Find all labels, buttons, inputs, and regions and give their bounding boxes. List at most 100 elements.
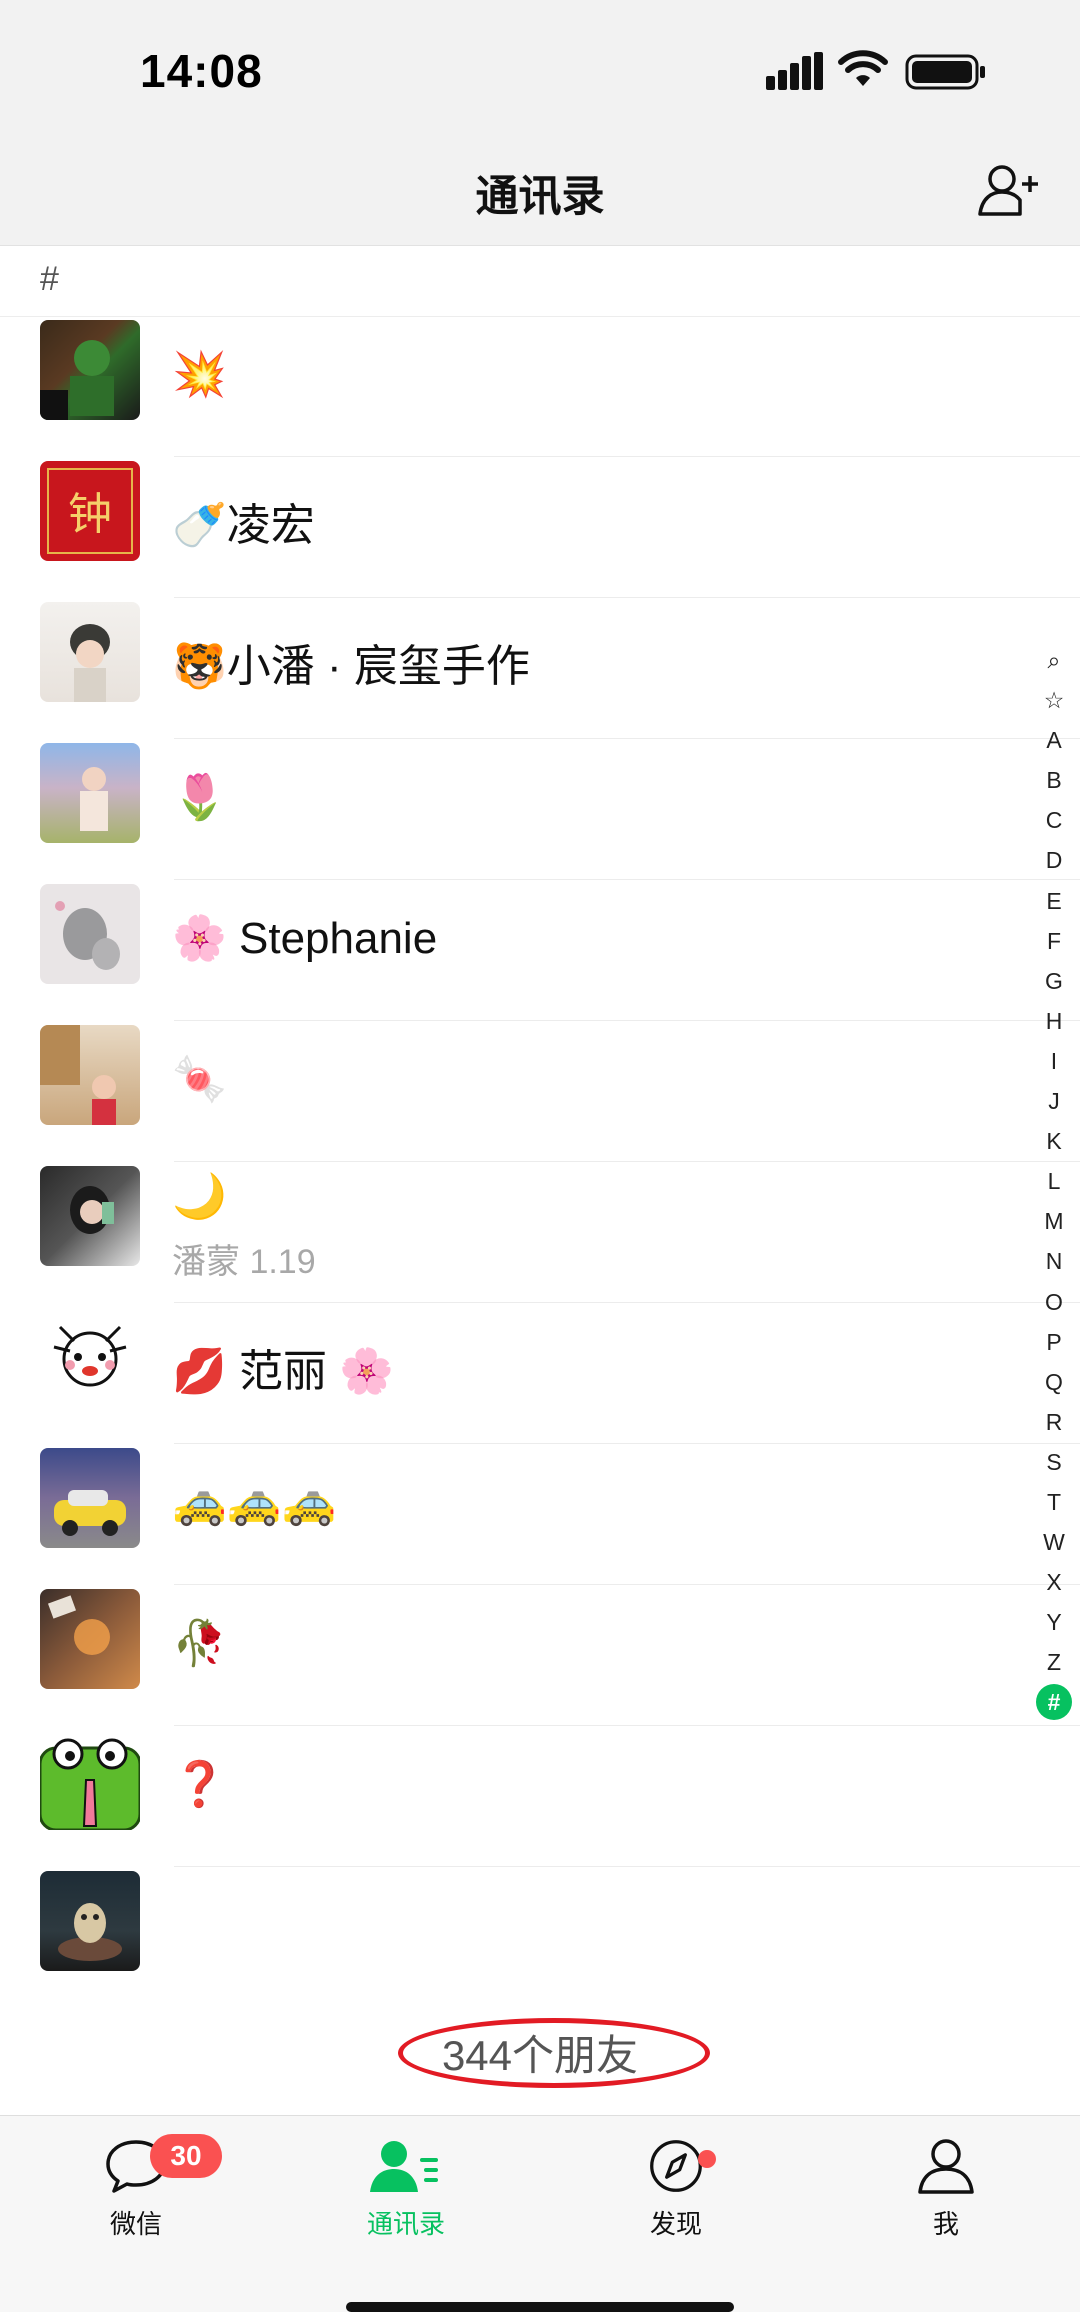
- compass-icon: [650, 2140, 702, 2192]
- avatar: [40, 1025, 140, 1125]
- contact-row[interactable]: 🚕🚕🚕: [0, 1444, 1080, 1585]
- index-letter[interactable]: X: [1034, 1562, 1074, 1602]
- contact-name: 🐯小潘 · 宸玺手作: [172, 642, 530, 691]
- battery-icon: [905, 54, 985, 90]
- contact-name: 🥀: [172, 1619, 227, 1668]
- avatar: [40, 1307, 140, 1407]
- index-letter[interactable]: M: [1034, 1201, 1074, 1241]
- add-contact-icon[interactable]: [978, 162, 1038, 218]
- avatar: [40, 1730, 140, 1830]
- index-letter[interactable]: H: [1034, 1001, 1074, 1041]
- index-letter[interactable]: O: [1034, 1282, 1074, 1322]
- contact-name: 🍬: [172, 1055, 227, 1104]
- tab-contacts[interactable]: 通讯录: [326, 2138, 486, 2241]
- avatar-image: [47, 1595, 110, 1655]
- section-header: #: [0, 246, 1080, 317]
- svg-text:钟: 钟: [68, 489, 112, 540]
- contact-name: ❓: [172, 1760, 227, 1809]
- alphabet-index-bar[interactable]: ⌕ ☆ A B C D E F G H I J K L M N O P Q R S T W X Y Z #: [1034, 640, 1074, 1721]
- avatar-image: [70, 624, 110, 702]
- contact-row[interactable]: 🍬: [0, 1021, 1080, 1162]
- contact-name: 💋 范丽 🌸: [172, 1347, 395, 1396]
- avatar: [40, 884, 140, 984]
- avatar: [40, 602, 140, 702]
- tab-label: 发现: [649, 2209, 702, 2239]
- contact-row[interactable]: 🌷: [0, 739, 1080, 880]
- tab-me[interactable]: 我: [866, 2138, 1026, 2241]
- contact-row[interactable]: 钟 🍼凌宏: [0, 457, 1080, 598]
- contact-name: 🌙: [172, 1172, 227, 1221]
- contact-row[interactable]: 🐯小潘 · 宸玺手作: [0, 598, 1080, 739]
- avatar-image: [40, 340, 114, 420]
- avatar-image: [53, 1325, 127, 1387]
- tab-label: 微信: [109, 2209, 162, 2239]
- contact-row[interactable]: ❓: [0, 1726, 1080, 1867]
- index-letter[interactable]: G: [1034, 961, 1074, 1001]
- index-letter[interactable]: A: [1034, 720, 1074, 760]
- index-letter[interactable]: L: [1034, 1161, 1074, 1201]
- person-icon: [918, 2139, 974, 2194]
- avatar: [40, 1448, 140, 1548]
- avatar: [40, 1589, 140, 1689]
- index-letter[interactable]: Y: [1034, 1602, 1074, 1642]
- index-letter[interactable]: R: [1034, 1402, 1074, 1442]
- avatar-image: [54, 1490, 126, 1536]
- avatar: [40, 743, 140, 843]
- tab-label: 我: [932, 2209, 959, 2239]
- new-indicator-dot: [698, 2150, 716, 2168]
- avatar-image: [80, 767, 108, 831]
- tab-chats[interactable]: 30 微信: [56, 2134, 222, 2241]
- avatar-image: [55, 901, 120, 970]
- tab-discover[interactable]: 发现: [596, 2138, 756, 2241]
- contact-list[interactable]: 💥 钟 🍼凌宏 🐯小潘 · 宸玺手作 🌷 🌸 Stephanie 🍬 🌙 潘蒙 …: [0, 316, 1080, 2008]
- contact-row[interactable]: 🌙 潘蒙 1.19: [0, 1162, 1080, 1303]
- index-letter[interactable]: I: [1034, 1041, 1074, 1081]
- avatar: [40, 1871, 140, 1971]
- avatar-image: [58, 1903, 122, 1961]
- tab-bar: 30 微信 通讯录 发现 我: [0, 2115, 1080, 2312]
- contact-row[interactable]: 🌸 Stephanie: [0, 880, 1080, 1021]
- unread-badge: 30: [150, 2134, 222, 2178]
- cellular-signal-icon: [766, 52, 823, 90]
- contact-row[interactable]: 🥀: [0, 1585, 1080, 1726]
- wifi-icon: [838, 50, 888, 86]
- tab-label: 通讯录: [366, 2209, 445, 2239]
- contact-row[interactable]: [0, 1867, 1080, 2008]
- index-letter[interactable]: F: [1034, 921, 1074, 961]
- index-letter[interactable]: Q: [1034, 1362, 1074, 1402]
- index-letter[interactable]: J: [1034, 1081, 1074, 1121]
- index-letter[interactable]: B: [1034, 760, 1074, 800]
- index-letter[interactable]: E: [1034, 881, 1074, 921]
- contacts-icon: [370, 2141, 438, 2192]
- index-letter[interactable]: C: [1034, 800, 1074, 840]
- index-letter[interactable]: W: [1034, 1522, 1074, 1562]
- page-title: 通讯录: [475, 173, 605, 221]
- avatar: [40, 1166, 140, 1266]
- index-letter[interactable]: K: [1034, 1121, 1074, 1161]
- index-letter[interactable]: #: [1036, 1684, 1072, 1721]
- contact-name: 🍼凌宏: [172, 501, 315, 550]
- contact-name: 🚕🚕🚕: [172, 1478, 337, 1527]
- index-letter[interactable]: Z: [1034, 1642, 1074, 1682]
- index-letter[interactable]: D: [1034, 840, 1074, 880]
- avatar-image: [70, 1186, 114, 1234]
- avatar-image: [40, 1025, 116, 1125]
- contact-name: 🌷: [172, 773, 227, 822]
- index-letter[interactable]: ☆: [1034, 680, 1074, 720]
- index-letter[interactable]: P: [1034, 1322, 1074, 1362]
- top-bar: 14:08 通讯录: [0, 0, 1080, 246]
- contact-name: 🌸 Stephanie: [172, 914, 438, 963]
- annotation-ellipse: [398, 2018, 710, 2088]
- contact-name: 💥: [172, 350, 227, 399]
- index-letter[interactable]: S: [1034, 1442, 1074, 1482]
- section-letter: #: [40, 260, 59, 298]
- index-letter[interactable]: N: [1034, 1241, 1074, 1281]
- avatar: 钟: [40, 461, 140, 561]
- contact-row[interactable]: 💥: [0, 316, 1080, 457]
- avatar-image: [40, 1738, 140, 1830]
- index-letter[interactable]: T: [1034, 1482, 1074, 1522]
- contact-row[interactable]: 💋 范丽 🌸: [0, 1303, 1080, 1444]
- avatar: [40, 320, 140, 420]
- index-letter[interactable]: ⌕: [1034, 640, 1074, 680]
- contact-remark: 潘蒙 1.19: [172, 1243, 316, 1281]
